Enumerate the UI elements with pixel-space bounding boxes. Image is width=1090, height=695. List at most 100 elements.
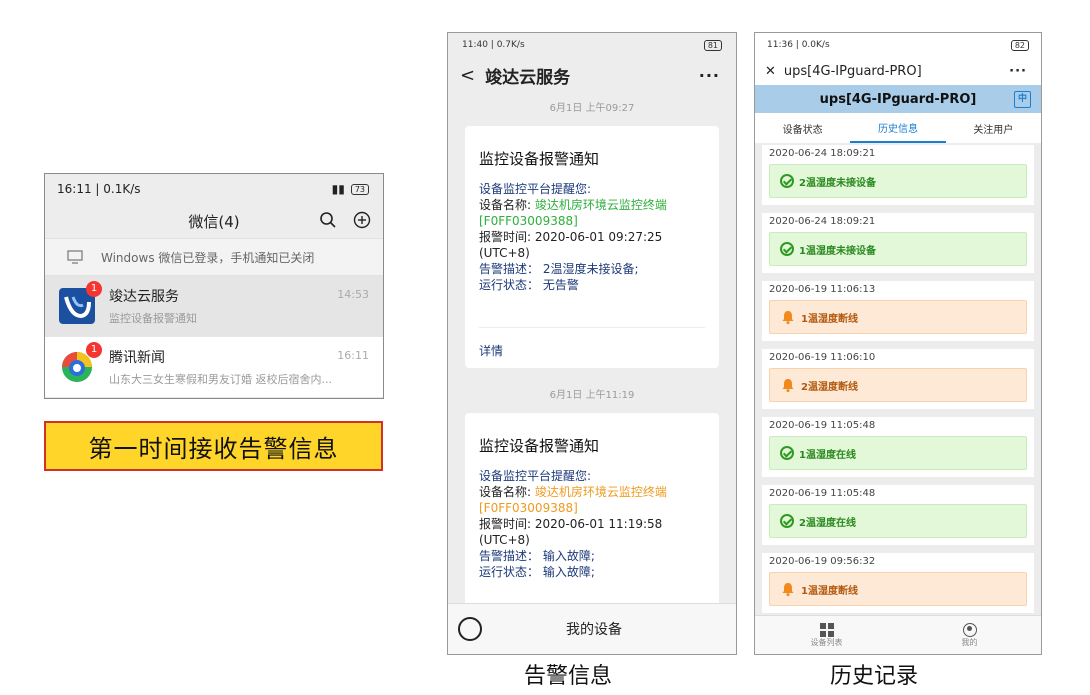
status-ok-box: 1温湿度在线 xyxy=(769,436,1027,470)
card-greeting: 设备监控平台提醒您: xyxy=(479,182,592,196)
bottom-nav: 设备列表 我的 xyxy=(755,615,1041,654)
nav-me[interactable]: 我的 xyxy=(898,616,1041,654)
page-title: 微信(4) xyxy=(188,212,240,231)
alarm-message-card[interactable]: 监控设备报警通知 设备监控平台提醒您: 设备名称: 竣达机房环境云监控终端 [F… xyxy=(465,413,719,613)
chat-item-jundacloud[interactable]: 1 竣达云服务 监控设备报警通知 14:53 xyxy=(45,276,383,337)
record-date: 2020-06-19 09:56:32 xyxy=(769,556,876,567)
nav-device-list[interactable]: 设备列表 xyxy=(755,616,898,654)
wechat-chat-list-screen: 16:11 | 0.1K/s ▮▮ 73 微信(4) Windows 微信已登录，… xyxy=(44,173,384,399)
record-text: 1温湿度断线 xyxy=(801,313,858,325)
detail-link[interactable]: 详情 xyxy=(479,328,705,371)
bell-icon xyxy=(782,311,794,325)
chat-header: < 竣达云服务 ··· xyxy=(448,57,736,93)
alarm-time: 报警时间: 2020-06-01 09:27:25 xyxy=(479,230,663,244)
card-greeting: 设备监控平台提醒您: xyxy=(479,469,592,483)
search-icon[interactable] xyxy=(319,211,337,229)
history-record: 2020-06-19 11:06:10 2温湿度断线 xyxy=(762,349,1034,409)
notice-text: Windows 微信已登录，手机通知已关闭 xyxy=(101,250,315,265)
record-date: 2020-06-24 18:09:21 xyxy=(769,148,876,159)
device-name: 竣达机房环境云监控终端 xyxy=(534,485,667,499)
avatar: 1 xyxy=(59,342,102,385)
record-date: 2020-06-19 11:05:48 xyxy=(769,420,876,431)
chat-time: 16:11 xyxy=(337,349,369,362)
run-state: 运行状态： 输入故障; xyxy=(479,565,595,579)
battery-level: 81 xyxy=(703,39,722,51)
alarm-description: 告警描述： 2温湿度未接设备; xyxy=(479,262,639,276)
page-title: ups[4G-IPguard-PRO] xyxy=(783,63,922,79)
nav-label: 我的 xyxy=(961,637,978,647)
menu-my-devices[interactable]: 我的设备 xyxy=(482,619,706,639)
battery-level: 82 xyxy=(1010,39,1029,51)
caption-alarm-info: 告警信息 xyxy=(524,664,613,689)
bell-icon xyxy=(782,583,794,597)
history-record: 2020-06-19 11:06:13 1温湿度断线 xyxy=(762,281,1034,341)
chat-name: 竣达云服务 xyxy=(109,289,179,305)
keyboard-icon[interactable] xyxy=(458,617,482,641)
wechat-title-bar: 微信(4) xyxy=(45,204,383,238)
status-bar: 16:11 | 0.1K/s ▮▮ 73 xyxy=(45,174,383,204)
official-account-chat-screen: 11:40 | 0.7K/s 81 < 竣达云服务 ··· 6月1日 上午09:… xyxy=(447,32,737,655)
status-alarm-box: 1温湿度断线 xyxy=(769,572,1027,606)
alarm-timezone: (UTC+8) xyxy=(479,533,530,547)
tab-history[interactable]: 历史信息 xyxy=(850,113,946,143)
nav-label: 设备列表 xyxy=(810,637,843,647)
history-record: 2020-06-24 18:09:21 1温湿度未接设备 xyxy=(762,213,1034,273)
alarm-time: 报警时间: 2020-06-01 11:19:58 xyxy=(479,517,663,531)
unread-badge: 1 xyxy=(86,342,102,358)
card-title: 监控设备报警通知 xyxy=(479,437,600,455)
chat-preview: 山东大三女生寒假和男友订婚 返校后宿舍内... xyxy=(109,373,332,386)
check-circle-icon xyxy=(780,242,794,256)
record-text: 2温湿度在线 xyxy=(799,517,856,529)
status-ok-box: 1温湿度未接设备 xyxy=(769,232,1027,266)
grid-icon xyxy=(819,622,834,637)
status-ok-box: 2温湿度未接设备 xyxy=(769,164,1027,198)
status-time: 11:36 | 0.0K/s xyxy=(767,40,830,50)
monitor-icon xyxy=(67,250,83,264)
chat-item-tencent-news[interactable]: 1 腾讯新闻 山东大三女生寒假和男友订婚 返校后宿舍内... 16:11 xyxy=(45,337,383,398)
battery-level: 73 xyxy=(350,183,369,195)
page-header: ✕ ups[4G-IPguard-PRO] ··· xyxy=(755,57,1041,85)
tab-device-status[interactable]: 设备状态 xyxy=(755,113,850,143)
avatar: 1 xyxy=(59,281,102,324)
check-circle-icon xyxy=(780,446,794,460)
record-date: 2020-06-19 11:06:13 xyxy=(769,284,876,295)
status-bar: 11:36 | 0.0K/s 82 xyxy=(755,33,1041,57)
tab-followers[interactable]: 关注用户 xyxy=(946,113,1041,143)
status-bar: 11:40 | 0.7K/s 81 xyxy=(448,33,736,57)
chat-time: 14:53 xyxy=(337,288,369,301)
tab-bar: 设备状态 历史信息 关注用户 xyxy=(755,113,1041,143)
check-circle-icon xyxy=(780,514,794,528)
card-title: 监控设备报警通知 xyxy=(479,150,600,168)
history-record: 2020-06-24 18:09:21 2温湿度未接设备 xyxy=(762,145,1034,205)
device-label: 设备名称: xyxy=(479,198,535,212)
more-icon[interactable]: ··· xyxy=(1009,64,1027,79)
record-text: 2温湿度断线 xyxy=(801,381,858,393)
language-toggle[interactable]: 中 xyxy=(1014,91,1031,108)
device-title: ups[4G-IPguard-PRO] xyxy=(819,91,977,107)
close-icon[interactable]: ✕ xyxy=(765,64,776,79)
message-timestamp: 6月1日 上午09:27 xyxy=(549,103,635,114)
chat-name: 腾讯新闻 xyxy=(109,350,165,366)
chat-preview: 监控设备报警通知 xyxy=(109,312,197,325)
alarm-banner: 第一时间接收告警信息 xyxy=(44,421,383,471)
record-text: 2温湿度未接设备 xyxy=(799,177,876,189)
bell-icon xyxy=(782,379,794,393)
record-date: 2020-06-24 18:09:21 xyxy=(769,216,876,227)
check-circle-icon xyxy=(780,174,794,188)
back-icon[interactable]: < xyxy=(460,65,475,86)
desktop-login-notice[interactable]: Windows 微信已登录，手机通知已关闭 xyxy=(45,238,383,276)
record-text: 1温湿度未接设备 xyxy=(799,245,876,257)
alarm-message-card[interactable]: 监控设备报警通知 设备监控平台提醒您: 设备名称: 竣达机房环境云监控终端 [F… xyxy=(465,126,719,368)
bottom-menu-bar: 我的设备 xyxy=(448,603,736,654)
run-state: 运行状态： 无告警 xyxy=(479,278,579,292)
unread-badge: 1 xyxy=(86,281,102,297)
device-id: [F0FF03009388] xyxy=(479,214,578,228)
more-icon[interactable]: ··· xyxy=(699,66,720,85)
device-label: 设备名称: xyxy=(479,485,535,499)
record-date: 2020-06-19 11:05:48 xyxy=(769,488,876,499)
history-list: 2020-06-24 18:09:21 2温湿度未接设备 2020-06-24 18… xyxy=(755,145,1041,613)
add-icon[interactable] xyxy=(353,211,371,229)
signal-icon: ▮▮ xyxy=(331,182,345,196)
record-text: 1温湿度断线 xyxy=(801,585,858,597)
status-ok-box: 2温湿度在线 xyxy=(769,504,1027,538)
